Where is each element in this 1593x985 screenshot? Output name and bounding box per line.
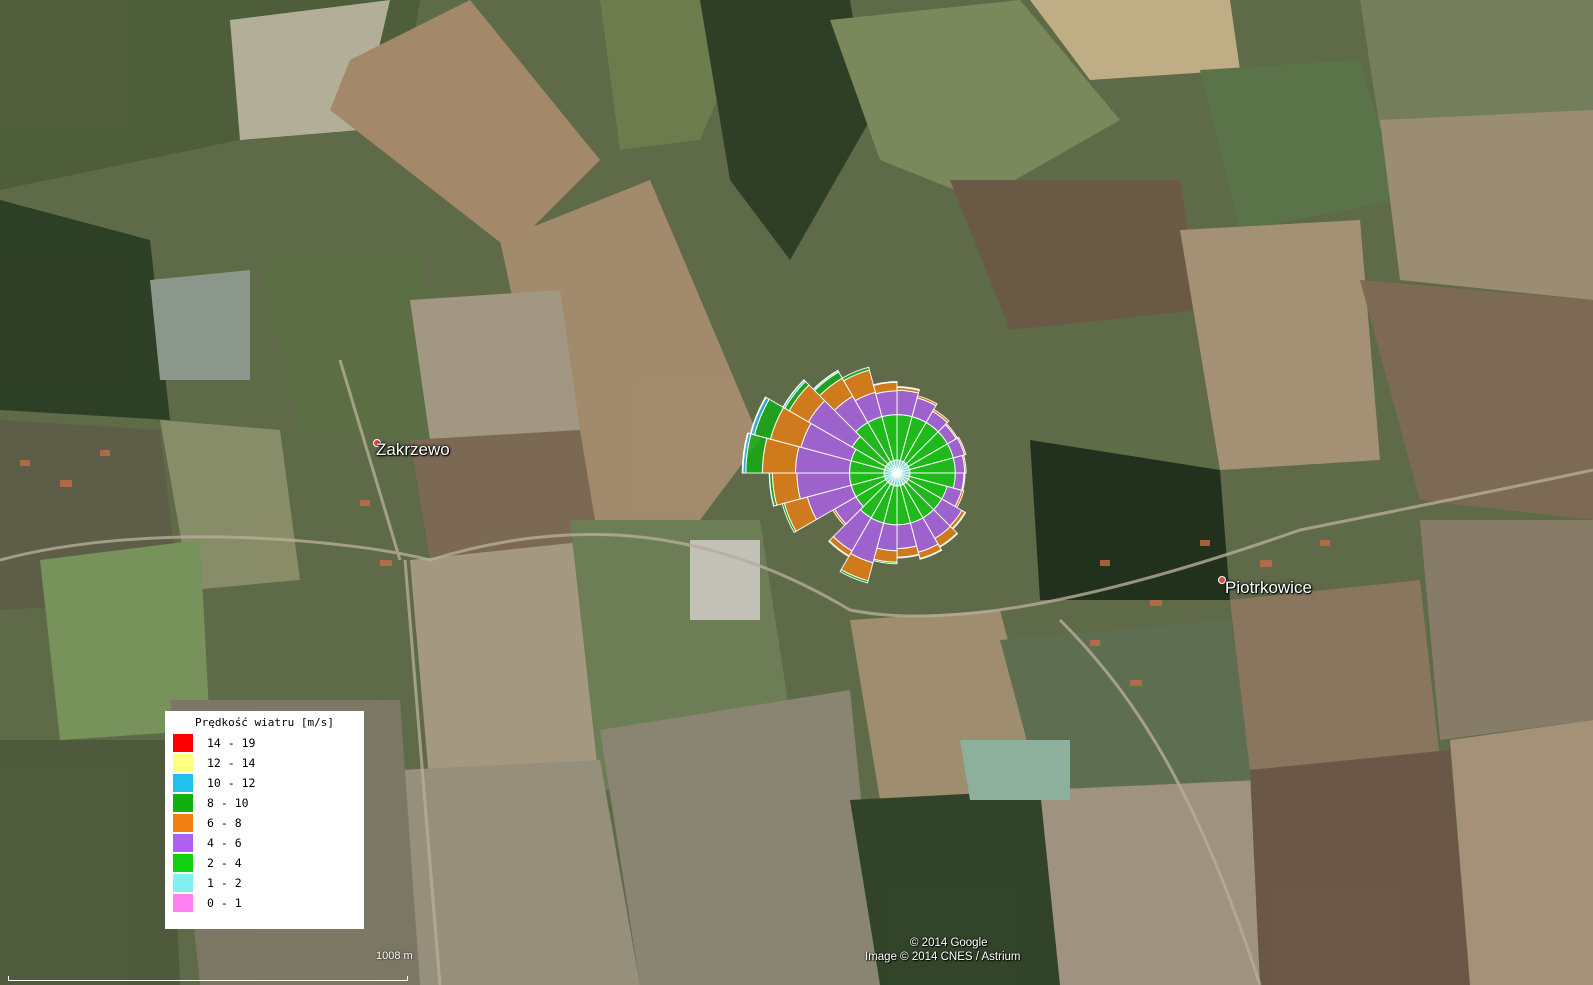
place-label-zakrzewo[interactable]: Zakrzewo xyxy=(376,440,450,460)
legend-swatch xyxy=(173,734,193,752)
satellite-map[interactable]: Zakrzewo Piotrkowice Prędkość wiatru [m/… xyxy=(0,0,1593,985)
legend-swatch xyxy=(173,814,193,832)
legend-range-label: 8 - 10 xyxy=(207,796,249,810)
legend-item: 1 - 2 xyxy=(173,873,356,893)
legend-item: 0 - 1 xyxy=(173,893,356,913)
wind-speed-legend: Prędkość wiatru [m/s] 14 - 19 12 - 14 10 -… xyxy=(165,711,364,929)
legend-swatch xyxy=(173,794,193,812)
scale-bar: 1008 m xyxy=(0,940,420,985)
legend-item: 10 - 12 xyxy=(173,773,356,793)
legend-swatch xyxy=(173,854,193,872)
legend-item: 4 - 6 xyxy=(173,833,356,853)
legend-item: 14 - 19 xyxy=(173,733,356,753)
legend-range-label: 0 - 1 xyxy=(207,896,242,910)
legend-range-label: 1 - 2 xyxy=(207,876,242,890)
legend-item: 12 - 14 xyxy=(173,753,356,773)
legend-range-label: 4 - 6 xyxy=(207,836,242,850)
legend-rows: 14 - 19 12 - 14 10 - 12 8 - 10 6 - 8 4 - 6 2 -… xyxy=(173,733,356,913)
legend-swatch xyxy=(173,894,193,912)
legend-item: 2 - 4 xyxy=(173,853,356,873)
legend-range-label: 2 - 4 xyxy=(207,856,242,870)
legend-range-label: 14 - 19 xyxy=(207,736,256,750)
legend-swatch xyxy=(173,754,193,772)
imagery-credit: Image © 2014 CNES / Astrium xyxy=(865,951,1021,963)
legend-range-label: 6 - 8 xyxy=(207,816,242,830)
scale-label: 1008 m xyxy=(376,950,413,962)
legend-item: 6 - 8 xyxy=(173,813,356,833)
legend-swatch xyxy=(173,834,193,852)
scale-line xyxy=(8,976,408,981)
copyright-credit: © 2014 Google xyxy=(910,937,988,949)
legend-swatch xyxy=(173,874,193,892)
place-label-piotrkowice[interactable]: Piotrkowice xyxy=(1225,578,1312,598)
legend-range-label: 10 - 12 xyxy=(207,776,256,790)
legend-swatch xyxy=(173,774,193,792)
wind-rose-segment xyxy=(771,472,801,506)
legend-item: 8 - 10 xyxy=(173,793,356,813)
legend-title: Prędkość wiatru [m/s] xyxy=(194,716,335,729)
legend-range-label: 12 - 14 xyxy=(207,756,256,770)
